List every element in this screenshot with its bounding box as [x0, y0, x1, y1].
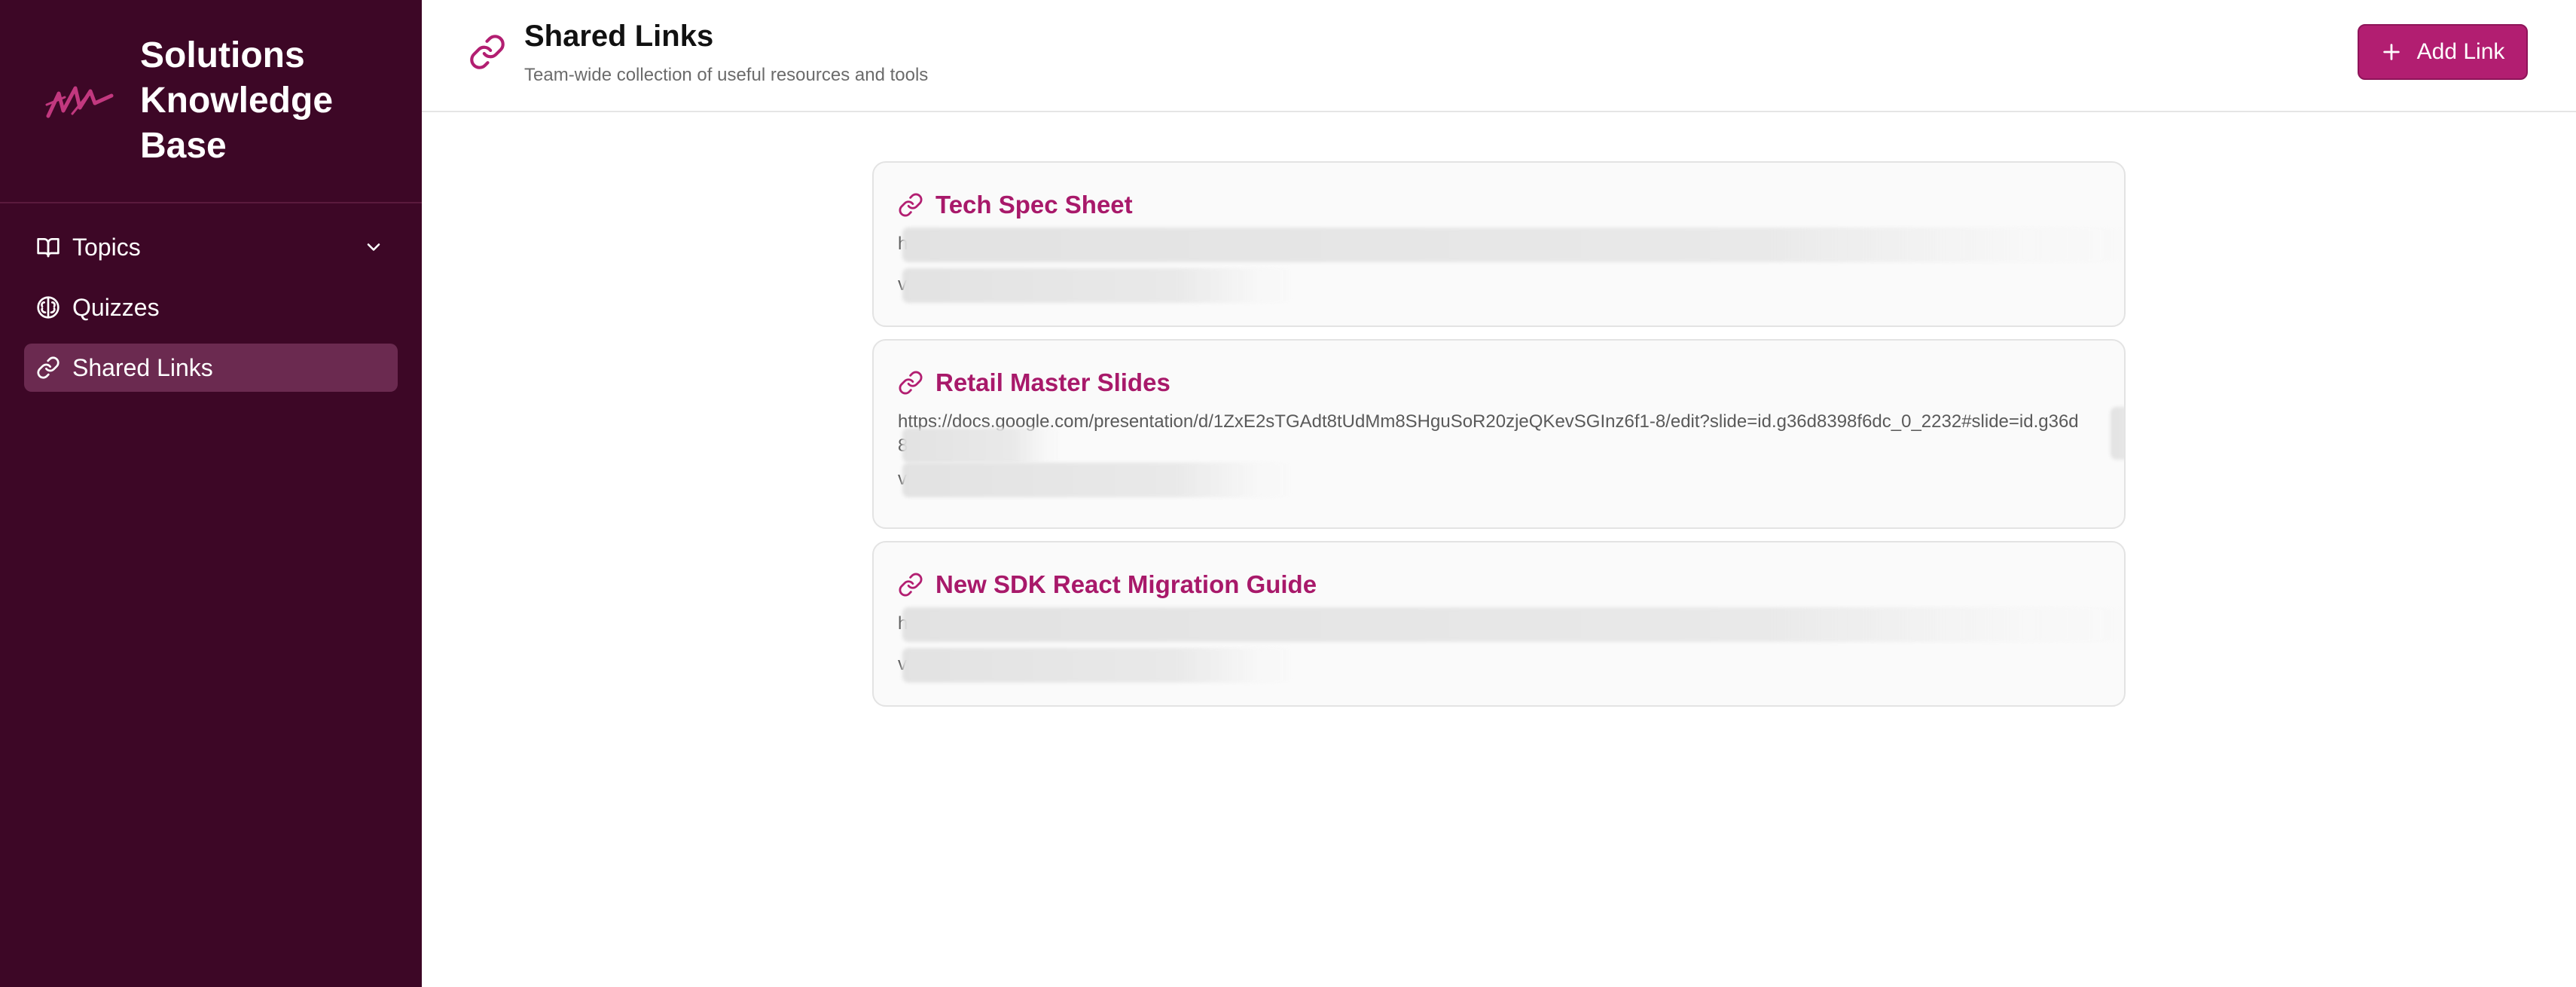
add-link-button[interactable]: Add Link — [2358, 24, 2528, 80]
link-title[interactable]: Retail Master Slides — [935, 368, 1170, 397]
redacted-url — [902, 428, 1061, 463]
link-icon — [899, 193, 923, 217]
plus-icon — [2382, 44, 2400, 60]
link-meta: v — [898, 648, 2100, 683]
sidebar-item-label: Quizzes — [72, 293, 160, 321]
sidebar-item-label: Shared Links — [72, 353, 213, 381]
link-card[interactable]: Retail Master Slides https://docs.google… — [872, 339, 2126, 529]
link-card[interactable]: Tech Spec Sheet h v — [872, 161, 2126, 327]
link-icon — [470, 35, 505, 69]
links-list: Tech Spec Sheet h v Retail Master Slides… — [872, 161, 2126, 719]
redacted-meta — [902, 463, 1294, 497]
sidebar-item-shared-links[interactable]: Shared Links — [24, 344, 398, 392]
brand: Solutions Knowledge Base — [0, 0, 422, 203]
link-url-text: https://docs.google.com/presentation/d/1… — [898, 411, 2079, 432]
app-title: Solutions Knowledge Base — [140, 35, 334, 166]
book-open-icon — [37, 238, 60, 258]
sidebar-item-quizzes[interactable]: Quizzes — [24, 283, 398, 332]
link-icon — [899, 371, 923, 395]
link-icon — [37, 356, 60, 379]
link-icon — [899, 573, 923, 597]
brand-logo-icon — [45, 86, 114, 118]
sidebar-item-label: Topics — [72, 233, 141, 261]
link-url[interactable]: https://docs.google.com/presentation/d/1… — [898, 407, 2124, 463]
redacted-meta — [902, 648, 1294, 683]
page-title: Shared Links — [524, 20, 714, 53]
page-subtitle: Team-wide collection of useful resources… — [524, 65, 929, 85]
sidebar-item-topics[interactable]: Topics — [24, 223, 398, 271]
sidebar: Solutions Knowledge Base Topics Quizzes — [0, 0, 422, 987]
link-meta: v — [898, 268, 2100, 303]
link-title[interactable]: New SDK React Migration Guide — [935, 570, 1317, 599]
link-url[interactable]: h — [898, 228, 2124, 262]
link-title[interactable]: Tech Spec Sheet — [935, 191, 1133, 219]
redacted-meta — [902, 268, 1294, 303]
redacted-url — [902, 607, 2124, 642]
link-url[interactable]: h — [898, 607, 2124, 642]
add-link-label: Add Link — [2416, 39, 2505, 64]
brain-icon — [37, 296, 60, 319]
sidebar-nav: Topics Quizzes Shared Links — [0, 203, 422, 423]
chevron-down-icon[interactable] — [363, 237, 384, 258]
redacted-url — [902, 228, 2124, 262]
redacted-url-edge — [2111, 407, 2124, 460]
link-meta: v — [898, 463, 2100, 497]
page-header: Shared Links Team-wide collection of use… — [422, 0, 2576, 112]
link-card[interactable]: New SDK React Migration Guide h v — [872, 541, 2126, 707]
